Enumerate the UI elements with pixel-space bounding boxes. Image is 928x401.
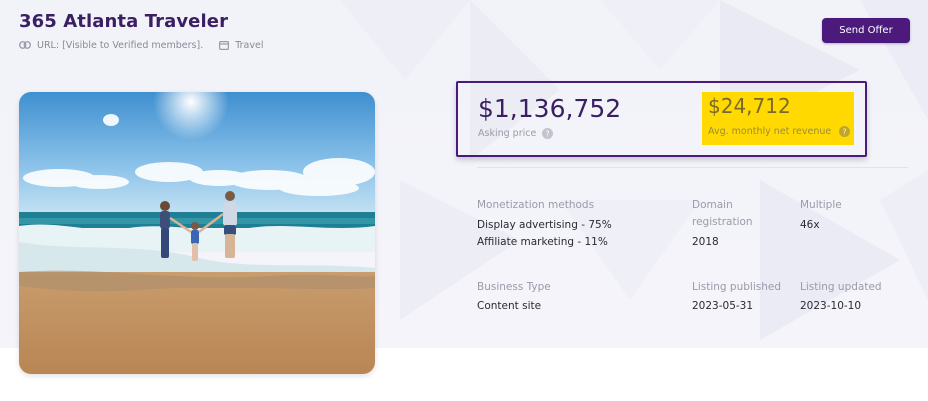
asking-price-value: $1,136,752: [478, 94, 622, 123]
browser-window-icon: [219, 40, 230, 50]
svg-text:?: ?: [546, 130, 550, 139]
monetization-item: Display advertising - 75%: [477, 219, 612, 231]
multiple-value: 46x: [800, 219, 820, 231]
price-summary-box: $1,136,752 Asking price ? $24,712 Avg. m…: [456, 81, 867, 157]
listing-updated-value: 2023-10-10: [800, 300, 862, 312]
monthly-revenue-label: Avg. monthly net revenue ?: [708, 126, 851, 137]
monetization-item: Affiliate marketing - 11%: [477, 236, 608, 248]
listing-published-value: 2023-05-31: [692, 300, 754, 312]
listing-published-label: Listing published: [692, 281, 781, 293]
domain-registration-value: 2018: [692, 236, 719, 248]
listing-photo: [19, 92, 375, 374]
svg-text:?: ?: [843, 128, 847, 137]
page-title: 365 Atlanta Traveler: [19, 11, 229, 32]
link-icon: [19, 41, 31, 49]
monthly-revenue-value: $24,712: [708, 94, 791, 118]
listing-meta: URL: [Visible to Verified members]. Trav…: [19, 38, 263, 52]
revenue-highlight: $24,712 Avg. monthly net revenue ?: [702, 92, 854, 145]
help-circle-icon[interactable]: ?: [839, 126, 851, 137]
listing-url: URL: [Visible to Verified members].: [37, 39, 204, 51]
help-circle-icon[interactable]: ?: [542, 128, 554, 139]
domain-registration-label: Domain: [692, 199, 733, 211]
listing-updated-label: Listing updated: [800, 281, 882, 293]
business-type-value: Content site: [477, 300, 542, 312]
domain-registration-label-line2: registration: [692, 216, 753, 228]
asking-price-label-text: Asking price: [478, 128, 537, 139]
asking-price-label: Asking price ?: [478, 128, 554, 139]
business-type-label: Business Type: [477, 281, 551, 293]
monthly-revenue-label-text: Avg. monthly net revenue: [708, 126, 832, 137]
multiple-label: Multiple: [800, 199, 842, 211]
monetization-label: Monetization methods: [477, 199, 595, 211]
send-offer-button[interactable]: Send Offer: [822, 18, 910, 43]
section-divider: [477, 167, 908, 168]
listing-category[interactable]: Travel: [235, 40, 263, 51]
